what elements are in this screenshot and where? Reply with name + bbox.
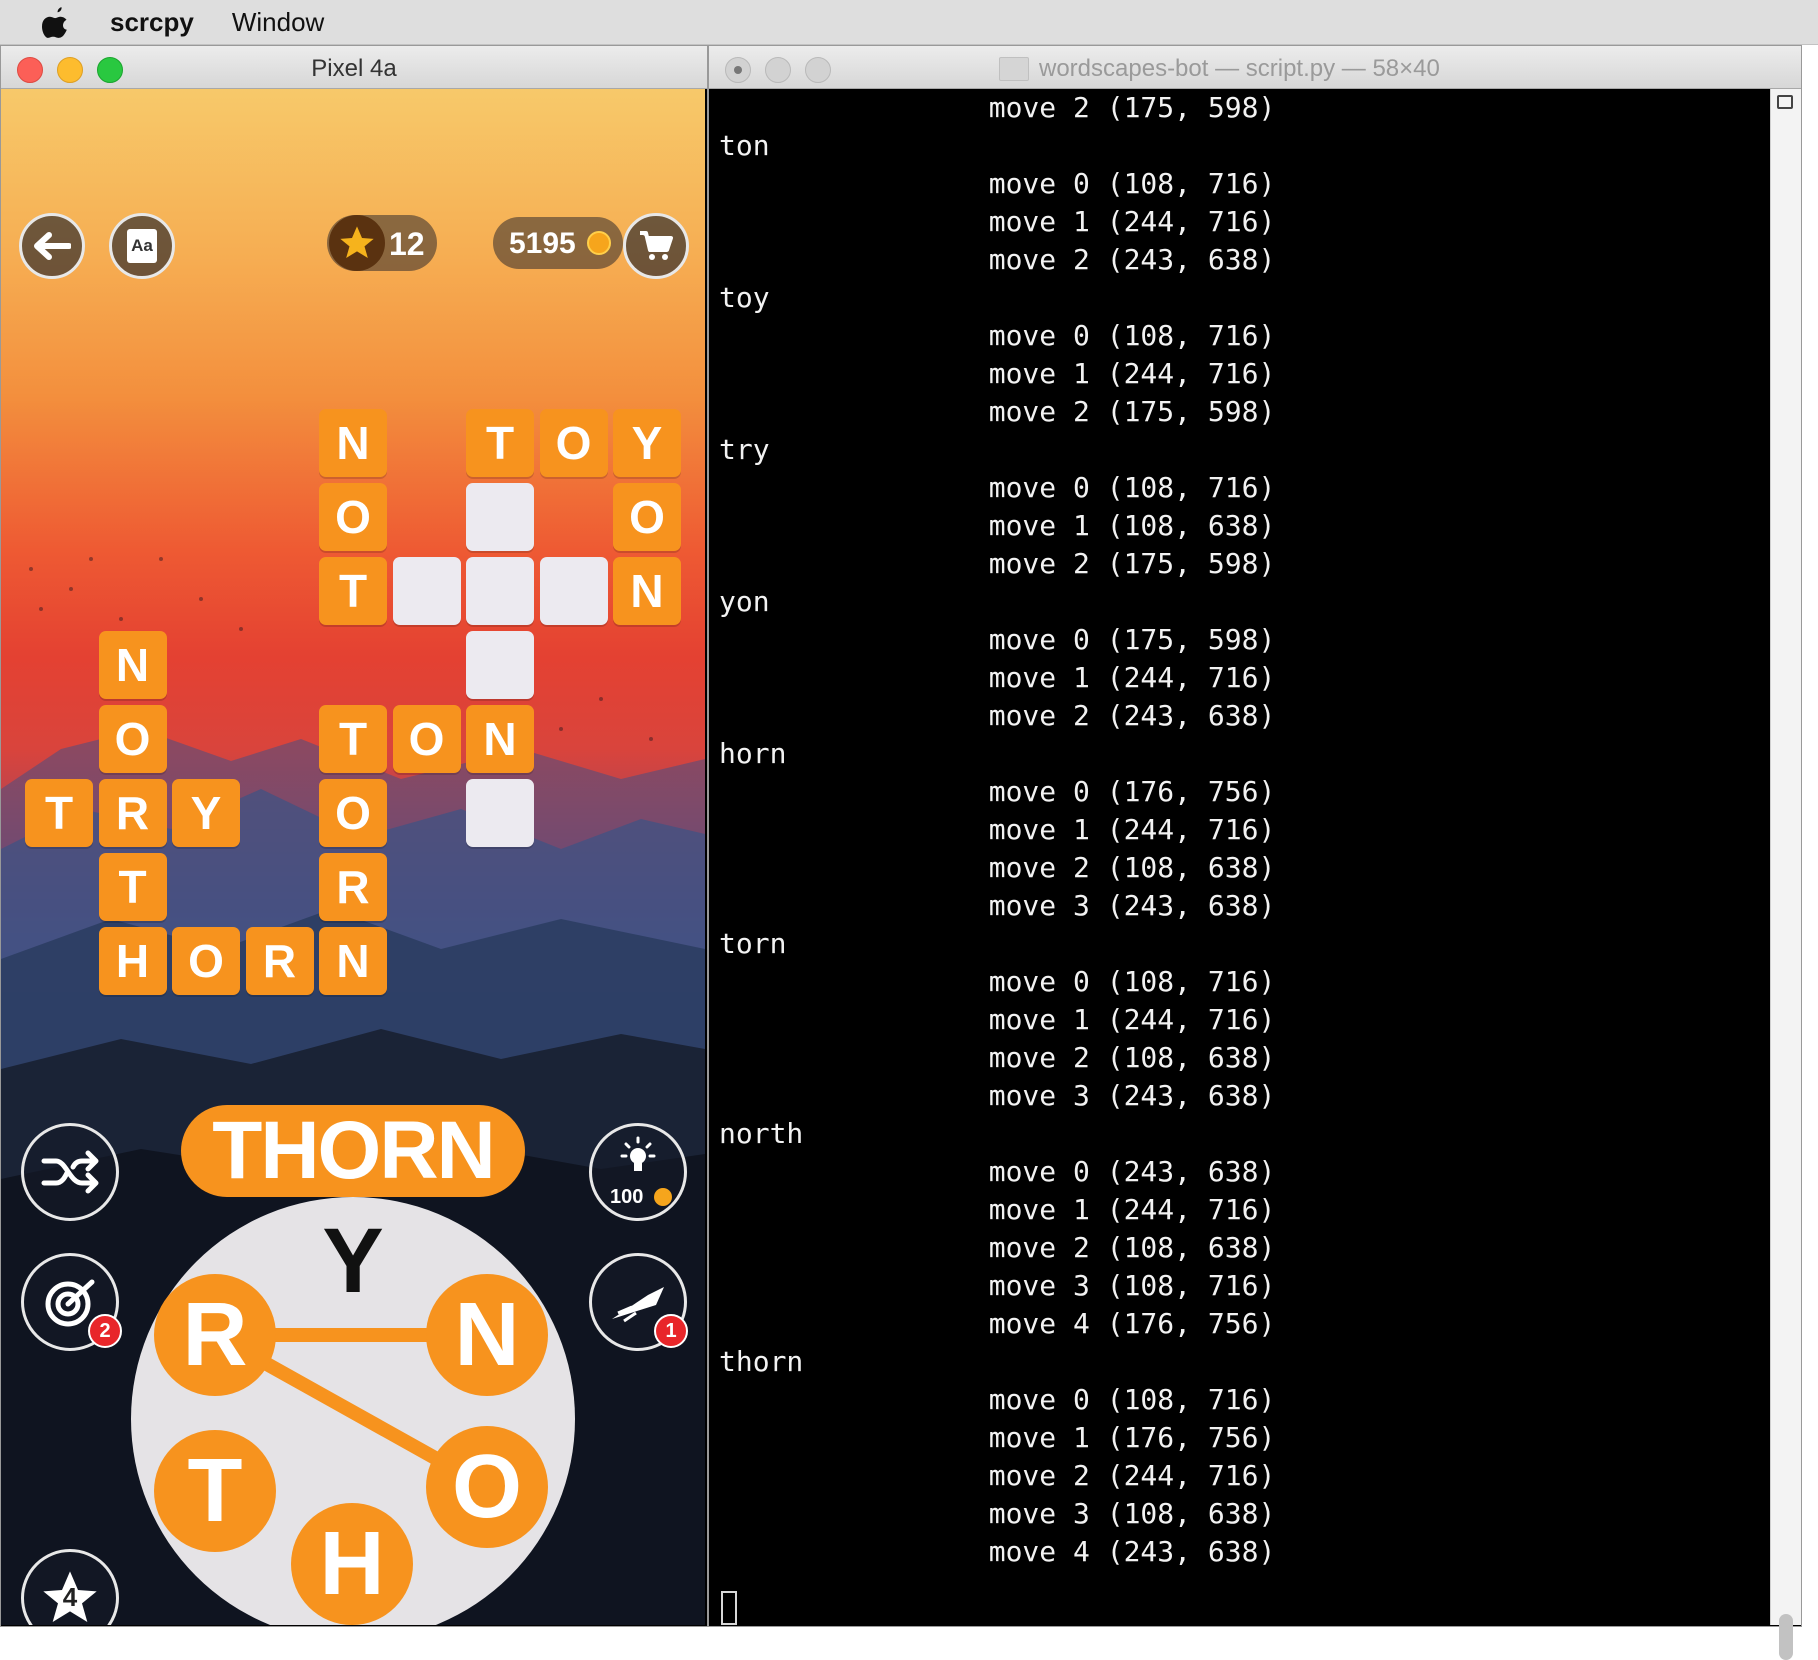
coins-counter[interactable]: 5195 — [493, 217, 623, 269]
terminal-output[interactable]: move 2 (175, 598) ton move 0 (108, 716) … — [709, 89, 1769, 1625]
stars-counter[interactable]: 12 — [327, 215, 437, 271]
star-icon — [329, 215, 385, 271]
target-badge: 2 — [88, 1314, 122, 1348]
window-menu[interactable]: Window — [232, 7, 324, 38]
terminal-titlebar[interactable]: wordscapes-bot — script.py — 58×40 — [709, 46, 1801, 89]
arrow-left-icon — [34, 232, 71, 260]
board-tile-empty — [466, 483, 534, 551]
terminal-text: move 2 (175, 598) ton move 0 (108, 716) … — [719, 91, 1276, 1568]
board-tile: T — [25, 779, 93, 847]
board-tile: R — [245, 927, 314, 995]
board-tile-empty — [466, 779, 534, 847]
scrcpy-window: Pixel 4a Aa 12 5195 N T O Y O O T N N O … — [0, 45, 708, 1627]
board-tile-empty — [392, 557, 461, 625]
star-bonus-count: 4 — [62, 1582, 78, 1612]
board-tile: T — [319, 557, 387, 625]
wheel-letter-bottom-right[interactable]: O — [426, 1426, 548, 1548]
lightbulb-icon — [620, 1136, 656, 1171]
hint-cost: 100 — [610, 1186, 644, 1208]
shopping-cart-icon — [640, 231, 673, 260]
rocket-button[interactable]: 1 — [589, 1253, 688, 1351]
terminal-window: wordscapes-bot — script.py — 58×40 move … — [708, 45, 1802, 1660]
board-tile: O — [319, 483, 387, 551]
terminal-cursor — [721, 1591, 737, 1625]
phone-window-titlebar[interactable]: Pixel 4a — [1, 46, 707, 89]
back-button[interactable] — [19, 213, 85, 279]
dictionary-icon: Aa — [127, 229, 157, 263]
wheel-letter-bottom[interactable]: H — [291, 1503, 413, 1625]
board-tile: Y — [172, 779, 240, 847]
board-tile: H — [98, 927, 167, 995]
current-word: THORN — [212, 1105, 496, 1196]
board-tile: R — [98, 779, 167, 847]
terminal-scrollbar[interactable] — [1770, 89, 1801, 1660]
hint-button[interactable]: 100 — [589, 1123, 687, 1221]
split-pane-icon[interactable] — [1777, 95, 1793, 109]
zoom-button-inactive[interactable] — [805, 57, 831, 83]
minimize-button-inactive[interactable] — [765, 57, 791, 83]
board-tile: T — [98, 853, 167, 921]
terminal-title: wordscapes-bot — script.py — 58×40 — [1039, 55, 1440, 82]
board-tile: N — [613, 557, 681, 625]
board-tile: O — [98, 705, 167, 773]
board-tile: N — [319, 927, 387, 995]
phone-screen[interactable]: Aa 12 5195 NTOYOOTNNOTONTRYOTRHORN 2 4 1… — [1, 89, 705, 1625]
board-tile: Y — [613, 409, 681, 477]
target-button[interactable]: 2 — [21, 1253, 122, 1351]
board-tile: O — [319, 779, 387, 847]
board-tile-empty — [539, 557, 608, 625]
apple-icon[interactable] — [42, 5, 72, 39]
shuffle-button[interactable] — [21, 1123, 119, 1221]
letter-wheel[interactable]: Y R N T O H — [131, 1197, 575, 1625]
board-tile: O — [613, 483, 681, 551]
close-button-inactive[interactable] — [725, 57, 751, 83]
board-tile: T — [319, 705, 387, 773]
wheel-letter-right[interactable]: N — [426, 1274, 548, 1396]
board-tile: N — [98, 631, 167, 699]
app-menu-scrcpy[interactable]: scrcpy — [110, 7, 194, 38]
board-tile: O — [172, 927, 240, 995]
board-tile: R — [319, 853, 387, 921]
hint-coin-icon — [654, 1188, 672, 1206]
current-word-pill: THORN — [181, 1105, 525, 1197]
stars-count: 12 — [389, 226, 425, 262]
wheel-letter-bottom-left[interactable]: T — [154, 1430, 276, 1552]
board-tile: O — [539, 409, 608, 477]
document-dot-icon — [734, 66, 742, 74]
board-tile: N — [466, 705, 534, 773]
coin-icon — [587, 231, 611, 255]
scrollbar-thumb[interactable] — [1779, 1614, 1793, 1660]
shuffle-icon — [41, 1150, 99, 1194]
dictionary-button[interactable]: Aa — [109, 213, 175, 279]
folder-icon — [999, 57, 1029, 81]
menu-bar: scrcpy Window — [0, 0, 1818, 45]
shop-button[interactable] — [623, 213, 689, 279]
coins-count: 5195 — [509, 227, 576, 260]
window-title: Pixel 4a — [311, 55, 397, 82]
wheel-letter-left[interactable]: R — [154, 1274, 276, 1396]
dictionary-icon-label: Aa — [131, 236, 153, 255]
board-tile-empty — [466, 631, 534, 699]
board-tile: O — [392, 705, 461, 773]
rocket-badge: 1 — [654, 1314, 688, 1348]
board-tile: N — [319, 409, 387, 477]
wheel-letter-top[interactable]: Y — [293, 1201, 413, 1321]
board-tile-empty — [466, 557, 534, 625]
board-tile: T — [466, 409, 534, 477]
